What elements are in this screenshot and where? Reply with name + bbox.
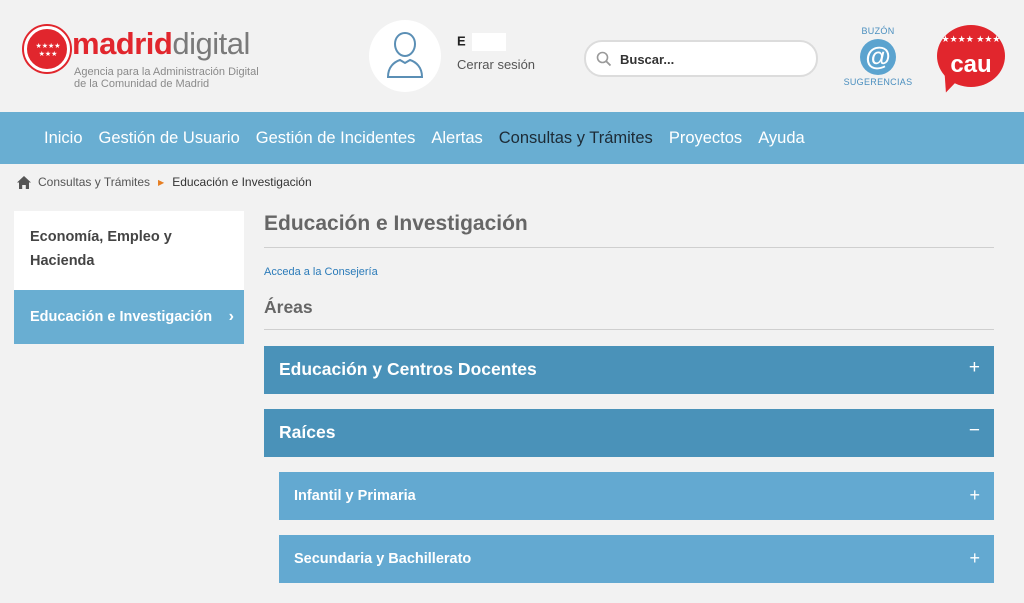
user-icon bbox=[386, 31, 424, 78]
logo-wordmark: madriddigital bbox=[72, 26, 250, 61]
sidebar-item-economia[interactable]: Economía, Empleo y Hacienda bbox=[14, 211, 244, 290]
logout-link[interactable]: Cerrar sesión bbox=[457, 57, 535, 72]
chevron-right-icon: › bbox=[228, 308, 234, 325]
search-input[interactable] bbox=[620, 48, 810, 70]
user-avatar[interactable] bbox=[369, 20, 441, 92]
sidebar-item-educacion[interactable]: Educación e Investigación › bbox=[14, 290, 244, 344]
search-box bbox=[584, 40, 818, 77]
nav-item-ayuda[interactable]: Ayuda bbox=[750, 112, 813, 164]
plus-icon: + bbox=[969, 548, 980, 568]
buzon-top-label: BUZÓN bbox=[861, 26, 895, 36]
breadcrumb: Consultas y Trámites ▶ Educación e Inves… bbox=[16, 172, 312, 192]
nav-item-gestion-incidentes[interactable]: Gestión de Incidentes bbox=[248, 112, 424, 164]
cau-button[interactable]: ★★★★ ★★★ cau bbox=[937, 25, 1005, 96]
accordion-label: Secundaria y Bachillerato bbox=[294, 551, 472, 567]
divider bbox=[264, 329, 994, 330]
cau-label: cau bbox=[950, 51, 992, 78]
nav-item-proyectos[interactable]: Proyectos bbox=[661, 112, 750, 164]
areas-heading: Áreas bbox=[264, 297, 313, 317]
divider bbox=[264, 247, 994, 248]
user-name-redaction bbox=[471, 33, 506, 51]
logo-emblem-icon: ★★★★ ★★★ bbox=[24, 26, 70, 72]
accordion-raices[interactable]: Raíces − bbox=[264, 409, 994, 457]
cau-stars: ★★★★ ★★★ bbox=[941, 34, 1001, 44]
search-icon bbox=[596, 51, 612, 67]
accordion-label: Raíces bbox=[279, 422, 336, 442]
accordion-educacion-centros[interactable]: Educación y Centros Docentes + bbox=[264, 346, 994, 394]
accordion-infantil-primaria[interactable]: Infantil y Primaria + bbox=[279, 472, 994, 520]
nav-item-alertas[interactable]: Alertas bbox=[423, 112, 490, 164]
sidebar-item-label: Economía, Empleo y Hacienda bbox=[30, 229, 172, 269]
logo-subtitle: Agencia para la Administración Digital d… bbox=[74, 66, 259, 90]
consejeria-link[interactable]: Acceda a la Consejería bbox=[264, 266, 378, 278]
breadcrumb-current: Educación e Investigación bbox=[172, 175, 312, 189]
main-nav: Inicio Gestión de Usuario Gestión de Inc… bbox=[0, 112, 1024, 164]
nav-list: Inicio Gestión de Usuario Gestión de Inc… bbox=[36, 112, 813, 164]
sidebar-item-label: Educación e Investigación bbox=[30, 309, 213, 325]
buzon-sugerencias-button[interactable]: BUZÓN @ SUGERENCIAS bbox=[840, 26, 916, 96]
nav-item-inicio[interactable]: Inicio bbox=[36, 112, 91, 164]
accordion-label: Educación y Centros Docentes bbox=[279, 359, 537, 379]
logo-stars: ★★★★ ★★★ bbox=[35, 43, 61, 58]
page-title: Educación e Investigación bbox=[264, 212, 528, 235]
at-sign-icon: @ bbox=[860, 39, 896, 75]
accordion-secundaria-bachillerato[interactable]: Secundaria y Bachillerato + bbox=[279, 535, 994, 583]
breadcrumb-separator-icon: ▶ bbox=[158, 177, 165, 187]
nav-item-consultas-tramites[interactable]: Consultas y Trámites bbox=[491, 112, 661, 164]
madriddigital-logo[interactable]: ★★★★ ★★★ madriddigital Agencia para la A… bbox=[24, 24, 284, 94]
accordion-label: Infantil y Primaria bbox=[294, 488, 416, 504]
site-header: ★★★★ ★★★ madriddigital Agencia para la A… bbox=[0, 0, 1024, 112]
buzon-bottom-label: SUGERENCIAS bbox=[843, 77, 913, 87]
plus-icon: + bbox=[969, 485, 980, 505]
nav-item-gestion-usuario[interactable]: Gestión de Usuario bbox=[91, 112, 248, 164]
user-name: E bbox=[457, 33, 506, 51]
plus-icon: + bbox=[968, 357, 980, 378]
breadcrumb-item-consultas[interactable]: Consultas y Trámites bbox=[38, 175, 150, 189]
home-icon[interactable] bbox=[16, 175, 32, 190]
minus-icon: − bbox=[968, 420, 980, 441]
